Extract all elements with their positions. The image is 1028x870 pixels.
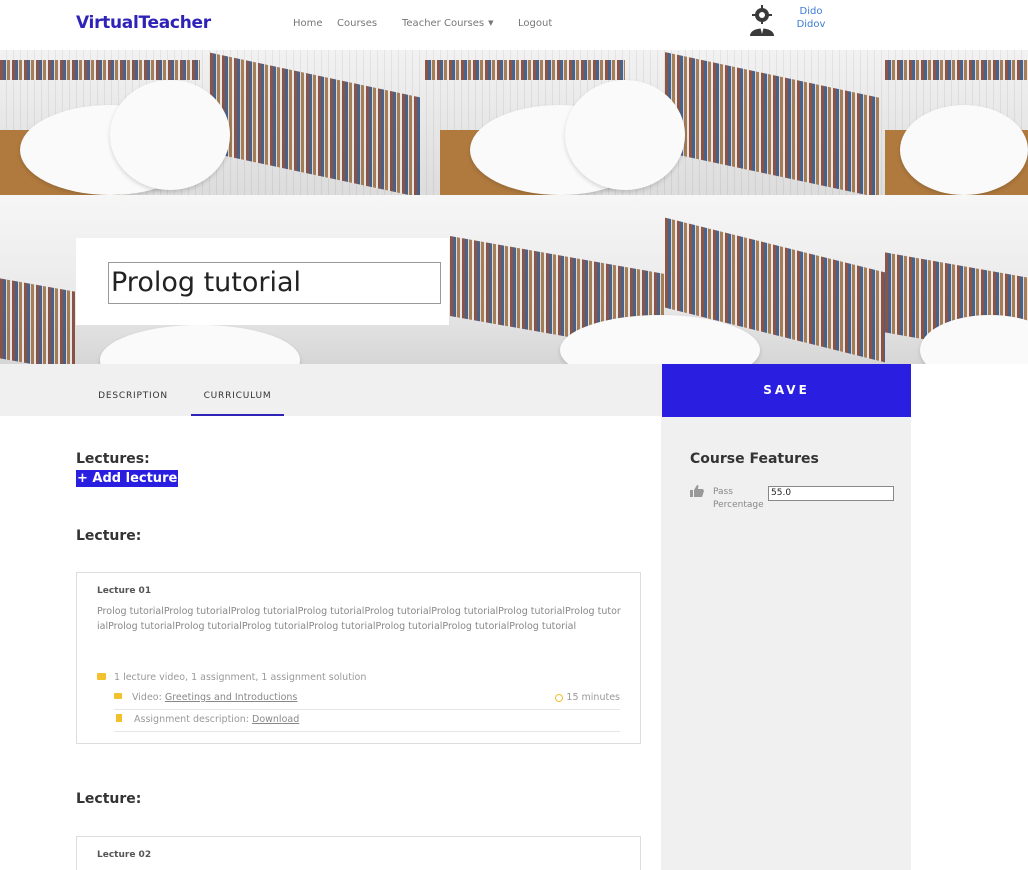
tab-description[interactable]: DESCRIPTION — [90, 364, 176, 416]
nav-teacher-courses-label: Teacher Courses — [402, 18, 485, 29]
lectures-heading: Lectures: — [76, 451, 150, 467]
nav-courses[interactable]: Courses — [337, 18, 377, 29]
nav-logout[interactable]: Logout — [518, 18, 552, 29]
user-first-name: Dido — [799, 6, 823, 17]
add-lecture-button[interactable]: + Add lecture — [76, 470, 179, 487]
lecture-title: Lecture 02 — [97, 850, 152, 860]
course-tabs: DESCRIPTION CURRICULUM — [0, 364, 662, 416]
course-title-input[interactable]: Prolog tutorial — [108, 262, 441, 304]
clock-icon — [555, 694, 563, 702]
lecture-heading: Lecture: — [76, 528, 142, 544]
pass-percentage-label: Pass Percentage — [713, 487, 764, 510]
lecture-card: Lecture 01 Prolog tutorialProlog tutoria… — [76, 572, 641, 744]
user-last-name: Didov — [796, 19, 826, 30]
user-avatar-icon[interactable] — [746, 4, 778, 36]
thumbs-up-icon — [690, 485, 704, 497]
chevron-down-icon: ▼ — [488, 19, 494, 27]
save-button[interactable]: SAVE — [662, 364, 911, 417]
lecture-heading: Lecture: — [76, 791, 142, 807]
pass-percentage-input[interactable]: 55.0 — [768, 486, 894, 501]
tab-curriculum[interactable]: CURRICULUM — [191, 364, 284, 416]
lecture-description: Prolog tutorialProlog tutorialProlog tut… — [97, 606, 621, 632]
nav-teacher-courses[interactable]: Teacher Courses ▼ — [402, 18, 493, 29]
user-name[interactable]: Dido Didov — [796, 5, 826, 31]
lecture-card: Lecture 02 — [76, 836, 641, 870]
video-duration: 15 minutes — [566, 692, 620, 703]
lecture-video-row: Video: Greetings and Introductions 15 mi… — [114, 688, 620, 710]
file-icon — [116, 714, 122, 722]
top-header: VirtualTeacher Home Courses Teacher Cour… — [0, 0, 1028, 50]
brand-logo[interactable]: VirtualTeacher — [76, 13, 211, 33]
lecture-meta: 1 lecture video, 1 assignment, 1 assignm… — [97, 672, 366, 683]
lecture-meta-text: 1 lecture video, 1 assignment, 1 assignm… — [114, 672, 367, 683]
video-link[interactable]: Greetings and Introductions — [165, 692, 298, 703]
nav-home[interactable]: Home — [293, 18, 323, 29]
hero-library-image-top — [0, 50, 1028, 198]
hero-banner: Prolog tutorial — [0, 50, 1028, 364]
course-title-card: Prolog tutorial — [76, 238, 449, 325]
lecture-assignment-row: Assignment description: Download — [114, 710, 620, 732]
assignment-download-link[interactable]: Download — [252, 714, 299, 725]
video-label: Video: — [132, 692, 162, 703]
course-features-title: Course Features — [690, 451, 819, 467]
folder-icon — [97, 673, 106, 680]
lecture-title: Lecture 01 — [97, 586, 152, 596]
video-camera-icon — [114, 693, 122, 699]
assignment-label: Assignment description: — [134, 714, 249, 725]
course-features-sidebar: Course Features Pass Percentage 55.0 — [661, 417, 911, 870]
